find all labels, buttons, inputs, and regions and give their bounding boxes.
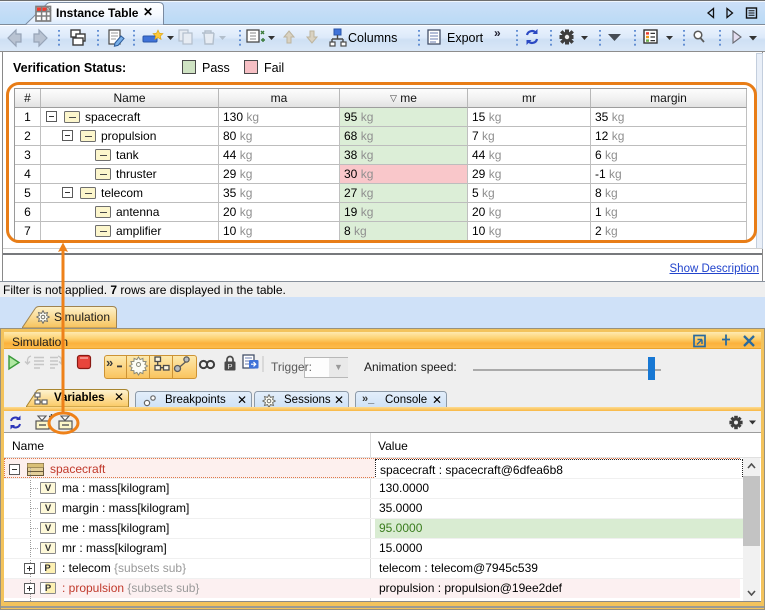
svg-text:Export: Export [447,31,484,45]
svg-text:P: P [228,362,233,371]
svg-text:»: » [494,26,501,40]
svg-text:»: » [106,355,113,370]
svg-text:Columns: Columns [348,31,397,45]
